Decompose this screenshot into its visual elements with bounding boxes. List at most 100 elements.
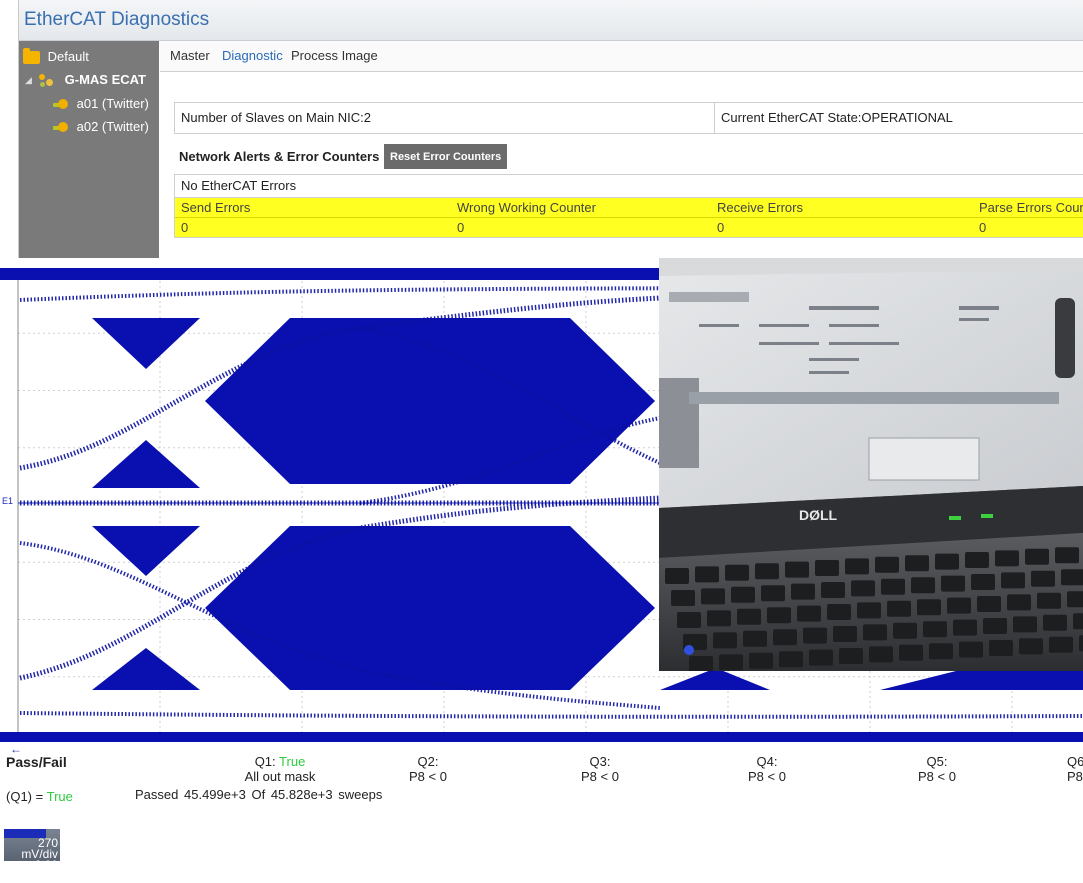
keyboard-key (689, 656, 713, 671)
query-q4: Q4: P8 < 0 (732, 754, 802, 784)
keyboard-key (767, 607, 791, 624)
error-table-header: Send Errors Wrong Working Counter Receiv… (175, 198, 1083, 218)
query-q2: Q2: P8 < 0 (393, 754, 463, 784)
keyboard-key (923, 621, 947, 638)
keyboard-key (665, 568, 689, 584)
error-table-values: 0 0 0 0 (175, 218, 1083, 237)
collapse-arrow-icon[interactable]: ◢ (25, 75, 32, 86)
query-label: Q1: (254, 754, 276, 769)
keyboard-key (1067, 591, 1083, 608)
query-condition: P8 < 0 (581, 769, 619, 784)
keyboard-key (989, 640, 1013, 656)
time-per-div: 2.00 ns/div (26, 858, 58, 883)
status-row: Number of Slaves on Main NIC:2 Current E… (174, 102, 1083, 134)
keyboard-key (731, 586, 755, 603)
query-q5: Q5: P8 < 0 (902, 754, 972, 784)
tree-item-gmas-ecat[interactable]: G-MAS ECAT (37, 69, 146, 91)
keyboard-key (971, 574, 995, 590)
diagnostic-pane: Master Diagnostic Process Image Number o… (160, 41, 1083, 258)
eye-mask-upper (205, 318, 655, 484)
volts-per-div: 270 mV/div (21, 836, 58, 861)
keyboard-key (719, 654, 743, 671)
channel-scale-badge[interactable]: 270 mV/div 2.00 ns/div (4, 829, 60, 882)
keyboard-key (959, 641, 983, 658)
keyboard-key (965, 552, 989, 568)
laptop-brand-logo: DØLL (799, 507, 838, 523)
keyboard-key (1007, 594, 1031, 611)
alerts-heading: Network Alerts & Error Counters (179, 149, 380, 164)
tree-item-default[interactable]: Default (23, 46, 89, 68)
query-condition: All out mask (244, 769, 316, 784)
keyboard-key (743, 630, 767, 647)
side-mask (92, 440, 200, 488)
trace-low (19, 711, 1083, 719)
keyboard-key (947, 597, 971, 614)
query-q3: Q3: P8 < 0 (565, 754, 635, 784)
channel-marker: E1 (2, 496, 14, 506)
tree-item-slave-a01[interactable]: a01 (Twitter) (53, 93, 149, 115)
keyboard-key (863, 624, 887, 641)
keyboard-key (953, 619, 977, 636)
keyboard-key (677, 612, 701, 628)
device-tree: Default ◢ G-MAS ECAT a01 (Twitter) a02 (… (19, 41, 159, 258)
tab-master[interactable]: Master (170, 48, 210, 63)
query-label: Q2: (417, 754, 439, 769)
tree-item-label: a01 (Twitter) (76, 96, 149, 111)
trackpoint (684, 645, 694, 655)
query-q1: Q1: True All out mask (230, 754, 330, 784)
query-condition: P8 < 0 (918, 769, 956, 784)
network-master-icon (37, 73, 57, 89)
slave-device-icon (53, 121, 69, 135)
q1-result-text: (Q1) = True (6, 789, 73, 804)
query-label: Q6: (1067, 754, 1083, 769)
eye-mask-lower (205, 526, 655, 690)
no-errors-text: No EtherCAT Errors (175, 175, 1083, 198)
side-mask (92, 648, 200, 690)
mask-bar-bottom (0, 732, 1083, 742)
keyboard-key (929, 643, 953, 660)
keyboard-key (905, 555, 929, 572)
receive-errors-value: 0 (717, 220, 725, 235)
sweep-count-text: Passed 45.499e+3 Of 45.828e+3 sweeps (135, 787, 383, 802)
keyboard-key (941, 575, 965, 592)
keyboard-key (851, 580, 875, 597)
tab-process-image[interactable]: Process Image (291, 48, 378, 63)
keyboard-key (755, 563, 779, 580)
keyboard-key (671, 590, 695, 606)
keyboard-key (749, 652, 773, 669)
keyboard-key (1025, 548, 1049, 565)
tab-strip: Master Diagnostic Process Image (160, 41, 1083, 72)
keyboard-key (977, 596, 1001, 612)
tab-diagnostic[interactable]: Diagnostic (222, 48, 283, 63)
keyboard-key (1073, 613, 1083, 630)
window-title: EtherCAT Diagnostics (19, 0, 1083, 41)
query-q6: Q6: P8 < 0 (1067, 754, 1083, 784)
keyboard-key (701, 588, 725, 605)
keyboard-key (857, 602, 881, 619)
tree-item-slave-a02[interactable]: a02 (Twitter) (53, 116, 149, 138)
query-condition: P8 < 0 (1067, 769, 1083, 784)
slave-device-icon (53, 98, 69, 112)
tree-item-label: a02 (Twitter) (76, 119, 149, 134)
parse-errors-value: 0 (979, 220, 987, 235)
keyboard-key (695, 566, 719, 583)
column-parse-errors: Parse Errors Counter (979, 200, 1083, 215)
keyboard-key (1037, 592, 1061, 609)
reset-error-counters-button[interactable]: Reset Error Counters (384, 144, 508, 169)
query-condition: P8 < 0 (748, 769, 786, 784)
side-mask (92, 318, 200, 369)
diagnostic-panel: Number of Slaves on Main NIC:2 Current E… (174, 87, 1083, 258)
column-send-errors: Send Errors (181, 200, 251, 215)
keyboard-key (827, 604, 851, 620)
send-errors-value: 0 (181, 220, 189, 235)
keyboard-key (773, 629, 797, 646)
wrong-working-counter-value: 0 (457, 220, 465, 235)
side-mask (660, 668, 770, 690)
laptop-photo: DØLL (659, 258, 1083, 671)
error-counters-table: No EtherCAT Errors Send Errors Wrong Wor… (174, 174, 1083, 238)
ethercat-diagnostics-window: EtherCAT Diagnostics Default ◢ G-MAS ECA… (18, 0, 1083, 258)
tree-item-label: Default (47, 49, 89, 64)
keyboard-key (809, 649, 833, 666)
keyboard-key (1043, 614, 1067, 631)
keyboard-key (1019, 638, 1043, 655)
